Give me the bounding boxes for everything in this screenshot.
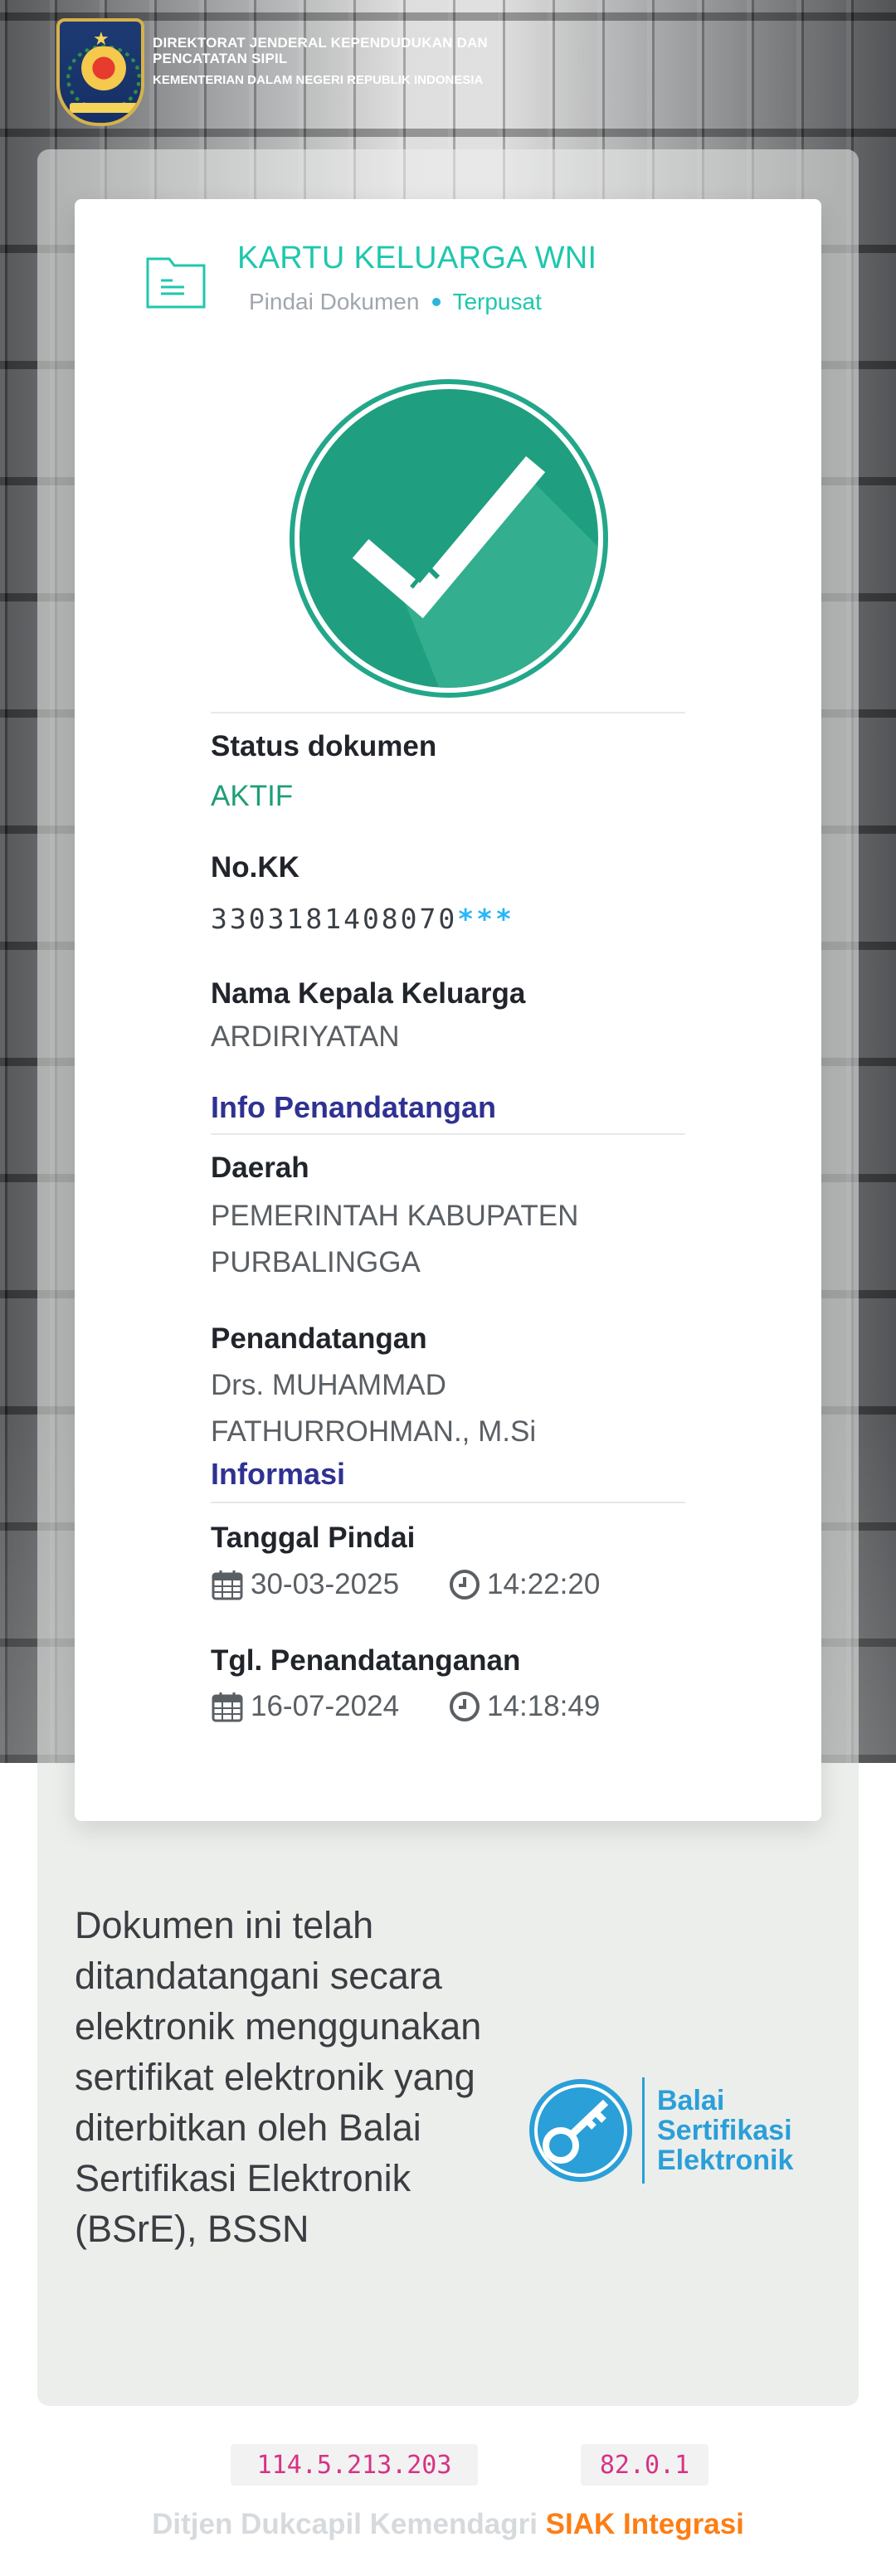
app-version: 82.0.1	[581, 2444, 709, 2486]
scan-time: 14:22:20	[487, 1568, 601, 1600]
head-of-family-value: ARDIRIYATAN	[211, 1020, 400, 1053]
clock-icon	[450, 1570, 480, 1600]
region-label: Daerah	[211, 1152, 309, 1184]
document-icon	[146, 257, 206, 309]
document-subtitle: Pindai Dokumen Terpusat	[249, 289, 542, 315]
esign-statement: Dokumen ini telah ditandatangani secara …	[75, 1904, 482, 2250]
scan-label: Pindai Dokumen	[249, 289, 420, 314]
information-heading: Informasi	[211, 1457, 346, 1491]
ip-address: 114.5.213.203	[231, 2444, 478, 2486]
divider	[211, 1502, 685, 1503]
sign-date-label: Tgl. Penandatanganan	[211, 1644, 521, 1677]
calendar-icon	[212, 1692, 243, 1722]
signer-label: Penandatangan	[211, 1322, 427, 1355]
logo-divider	[642, 2077, 645, 2184]
org-name: DIREKTORAT JENDERAL KEPENDUDUKAN DAN PEN…	[153, 35, 488, 66]
scan-datetime: 30-03-2025 14:22:20	[211, 1568, 600, 1601]
bsre-logo-text: Balai Sertifikasi Elektronik	[657, 2086, 793, 2175]
scan-date: 30-03-2025	[251, 1568, 400, 1600]
sign-datetime: 16-07-2024 14:18:49	[211, 1690, 600, 1723]
calendar-icon	[212, 1570, 243, 1600]
footer-product: SIAK Integrasi	[545, 2508, 744, 2540]
centralized-label: Terpusat	[452, 289, 542, 314]
status-value: AKTIF	[211, 780, 294, 812]
kk-number-visible: 3303181408070	[211, 903, 458, 935]
footer-org: Ditjen Dukcapil Kemendagri	[152, 2508, 538, 2540]
bsre-logo-line3: Elektronik	[657, 2145, 794, 2176]
divider	[211, 712, 685, 713]
signer-value: Drs. MUHAMMAD FATHURROHMAN., M.Si	[211, 1369, 537, 1448]
status-label: Status dokumen	[211, 730, 437, 762]
sign-time: 14:18:49	[487, 1690, 601, 1722]
bsre-logo: Balai Sertifikasi Elektronik	[524, 2074, 813, 2187]
bsre-logo-line1: Balai	[657, 2085, 725, 2116]
kk-number-mask: ***	[457, 903, 514, 935]
dukcapil-logo: ★	[56, 18, 144, 126]
head-of-family-label: Nama Kepala Keluarga	[211, 977, 526, 1010]
header-text: DIREKTORAT JENDERAL KEPENDUDUKAN DAN PEN…	[153, 35, 543, 90]
ministry-name: KEMENTERIAN DALAM NEGERI REPUBLIK INDONE…	[153, 73, 484, 87]
bsre-logo-line2: Sertifikasi	[657, 2115, 792, 2146]
divider	[211, 1133, 685, 1135]
document-title: KARTU KELUARGA WNI	[237, 241, 597, 275]
kk-label: No.KK	[211, 851, 299, 884]
site-header: ★ DIREKTORAT JENDERAL KEPENDUDUKAN DAN P…	[56, 18, 543, 126]
check-circle-icon	[290, 379, 608, 698]
kk-number: 3303181408070***	[211, 903, 514, 935]
document-card: KARTU KELUARGA WNI Pindai Dokumen Terpus…	[75, 199, 821, 1821]
separator-dot	[432, 298, 441, 306]
region-value: PEMERINTAH KABUPATEN PURBALINGGA	[211, 1200, 579, 1278]
signing-info-heading: Info Penandatangan	[211, 1090, 497, 1124]
key-badge-icon	[529, 2079, 632, 2182]
scan-date-label: Tanggal Pindai	[211, 1522, 416, 1554]
sign-date: 16-07-2024	[251, 1690, 400, 1722]
clock-icon	[450, 1692, 480, 1721]
footer-credit: Ditjen Dukcapil Kemendagri SIAK Integras…	[0, 2508, 896, 2541]
